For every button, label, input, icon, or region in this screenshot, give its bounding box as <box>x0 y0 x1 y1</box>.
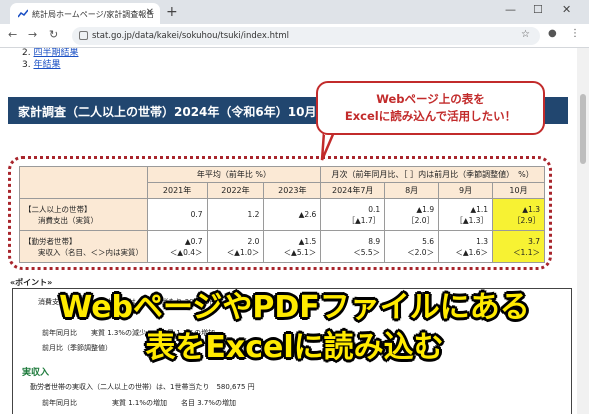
cell-subvalue: ＜▲1.6＞ <box>455 247 489 257</box>
cell-value: ▲0.7 <box>184 236 203 246</box>
cell-subvalue: ＜▲5.1＞ <box>283 247 317 257</box>
minimize-icon[interactable]: — <box>505 3 516 16</box>
row-label-line: 【二人以上の世帯】 <box>24 204 92 214</box>
cell-subvalue: ［2.9］ <box>513 215 540 225</box>
toc-link-annual[interactable]: 年結果 <box>33 60 60 70</box>
favicon-icon <box>18 9 28 18</box>
browser-toolbar: ← → ↻ stat.go.jp/data/kakei/sokuhou/tsuk… <box>0 24 589 48</box>
table-cell-highlighted: ▲1.3 ［2.9］ <box>492 198 545 231</box>
new-tab-button[interactable]: + <box>166 4 178 20</box>
cell-subvalue: ＜2.0＞ <box>407 247 435 257</box>
points-line: 前年同月比 実質 1.1%の増加 名目 3.7%の増加 <box>42 399 237 407</box>
cell-value: 3.7 <box>528 236 540 246</box>
cell-value: 0.1 <box>368 204 381 214</box>
cell-value: ▲1.9 <box>416 204 435 214</box>
site-info-icon[interactable] <box>79 31 88 40</box>
cell-subvalue: ＜▲1.0＞ <box>226 247 260 257</box>
cell-value: 2.0 <box>247 236 260 246</box>
table-cell: 2.0 ＜▲1.0＞ <box>206 230 265 263</box>
maximize-icon[interactable]: ☐ <box>533 3 543 16</box>
cell-subvalue: ［▲1.7］ <box>347 215 381 225</box>
address-bar[interactable]: stat.go.jp/data/kakei/sokuhou/tsuki/inde… <box>72 27 540 45</box>
profile-icon[interactable]: ● <box>548 28 557 39</box>
section-heading-income: 実収入 <box>22 368 50 378</box>
table-cell: ▲1.1 ［▲1.3］ <box>438 198 494 231</box>
cell-subvalue: ［▲1.3］ <box>455 215 489 225</box>
month-header: 10月 <box>492 182 545 199</box>
callout-line: Excelに読み込んで活用したい！ <box>344 109 517 123</box>
cell-subvalue: ＜1.1＞ <box>513 247 540 257</box>
back-icon[interactable]: ← <box>8 28 17 41</box>
household-survey-table: 年平均（前年比 %） 月次（前年同月比、［ ］内は前月比（季節調整値） %） 2… <box>19 166 545 263</box>
window-close-icon[interactable]: ✕ <box>562 3 571 16</box>
year-header: 2022年 <box>206 182 265 199</box>
cell-value: ▲1.1 <box>470 204 489 214</box>
table-cell: 0.7 <box>146 198 208 231</box>
reload-icon[interactable]: ↻ <box>49 28 58 41</box>
annual-group-header: 年平均（前年比 %） <box>146 166 322 183</box>
callout-bubble: Webページ上の表を Excelに読み込んで活用したい！ <box>316 81 545 135</box>
monthly-group-header: 月次（前年同月比、［ ］内は前月比（季節調整値） %） <box>320 166 545 183</box>
close-tab-icon[interactable]: ✕ <box>146 7 154 18</box>
cell-value: ▲1.5 <box>298 236 317 246</box>
table-cell: 1.3 ＜▲1.6＞ <box>438 230 494 263</box>
year-header: 2023年 <box>263 182 322 199</box>
callout-text: Webページ上の表を Excelに読み込んで活用したい！ <box>318 91 543 125</box>
table-cell: 5.6 ＜2.0＞ <box>384 230 440 263</box>
menu-icon[interactable]: ⋮ <box>570 28 580 39</box>
cell-subvalue: ＜5.5＞ <box>353 247 381 257</box>
cell-value: ▲1.3 <box>522 204 540 214</box>
month-header: 8月 <box>384 182 440 199</box>
row-label-consumption: 【二人以上の世帯】 消費支出（実質） <box>19 198 148 231</box>
cell-value: 1.3 <box>476 236 489 246</box>
cell-value: 5.6 <box>422 236 435 246</box>
tab-title: 統計局ホームページ/家計調査報告 <box>32 10 155 19</box>
headline-line-1: WebページやPDFファイルにある <box>59 290 530 325</box>
headline-line-2: 表をExcelに読み込む <box>145 330 444 365</box>
callout-pointer <box>320 132 336 161</box>
cell-value: 8.9 <box>368 236 381 246</box>
table-cell: ▲1.5 ＜▲5.1＞ <box>263 230 322 263</box>
table-cell: 0.1 ［▲1.7］ <box>320 198 386 231</box>
tab-bar: 統計局ホームページ/家計調査報告 ✕ + — ☐ ✕ <box>0 0 589 24</box>
forward-icon[interactable]: → <box>28 28 37 41</box>
points-line: 勤労者世帯の実収入（二人以上の世帯）は、1世帯当たり 580,675 円 <box>30 383 255 391</box>
cell-subvalue: ［2.0］ <box>407 215 435 225</box>
scrollbar-thumb[interactable] <box>580 94 586 164</box>
year-header: 2021年 <box>146 182 208 199</box>
table-cell: 1.2 <box>206 198 265 231</box>
toc-item-3-number: 3. <box>22 60 31 70</box>
cell-subvalue: ＜▲0.4＞ <box>169 247 203 257</box>
table-cell: 8.9 ＜5.5＞ <box>320 230 386 263</box>
callout-line: Webページ上の表を <box>376 92 485 106</box>
toc-item-3: 3. 年結果 <box>22 57 60 70</box>
table-cell: ▲1.9 ［2.0］ <box>384 198 440 231</box>
row-label-line: 消費支出（実質） <box>38 215 98 225</box>
row-label-line: 実収入（名目、＜＞内は実質） <box>38 247 143 257</box>
bookmark-star-icon[interactable]: ☆ <box>521 29 530 40</box>
url-text: stat.go.jp/data/kakei/sokuhou/tsuki/inde… <box>92 31 289 41</box>
row-label-line: 【勤労者世帯】 <box>24 236 77 246</box>
month-header: 2024年7月 <box>320 182 386 199</box>
table-cell: ▲0.7 ＜▲0.4＞ <box>146 230 208 263</box>
table-cell-highlighted: 3.7 ＜1.1＞ <box>492 230 545 263</box>
table-cell: ▲2.6 <box>263 198 322 231</box>
browser-tab[interactable]: 統計局ホームページ/家計調査報告 ✕ <box>10 3 160 24</box>
table-corner-cell <box>19 166 148 199</box>
month-header: 9月 <box>438 182 494 199</box>
row-label-income: 【勤労者世帯】 実収入（名目、＜＞内は実質） <box>19 230 148 263</box>
